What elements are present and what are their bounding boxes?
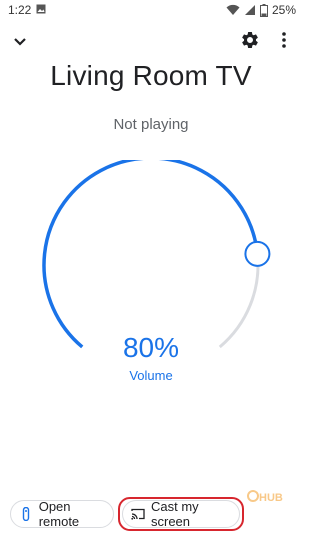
signal-icon xyxy=(244,5,255,15)
playback-status: Not playing xyxy=(113,116,189,133)
watermark-logo: HUB xyxy=(247,490,283,504)
status-time: 1:22 xyxy=(8,3,32,17)
battery-icon xyxy=(259,3,268,17)
volume-dial[interactable] xyxy=(0,160,302,400)
volume-percent: 80% xyxy=(122,332,180,363)
more-vert-icon xyxy=(282,32,286,48)
more-options-button[interactable] xyxy=(272,28,296,52)
gallery-icon xyxy=(36,4,46,14)
volume-progress-arc xyxy=(42,160,260,349)
wifi-icon xyxy=(226,4,240,15)
open-remote-button[interactable]: Open remote xyxy=(10,499,114,529)
remote-icon xyxy=(19,507,33,521)
device-title: Living Room TV xyxy=(50,60,252,91)
chevron-down-icon xyxy=(14,38,26,46)
volume-label: Volume xyxy=(129,368,173,383)
volume-slider-handle[interactable] xyxy=(244,240,271,267)
settings-button[interactable] xyxy=(236,26,264,54)
gear-icon xyxy=(242,31,258,48)
watermark-text: HUB xyxy=(259,492,283,504)
battery-percent: 25% xyxy=(271,3,296,17)
highlight-outline xyxy=(118,497,244,531)
collapse-button[interactable] xyxy=(8,30,32,54)
status-bar: 1:22 25% xyxy=(0,0,302,20)
status-icons: 25% xyxy=(226,2,296,18)
open-remote-label: Open remote xyxy=(38,499,80,529)
